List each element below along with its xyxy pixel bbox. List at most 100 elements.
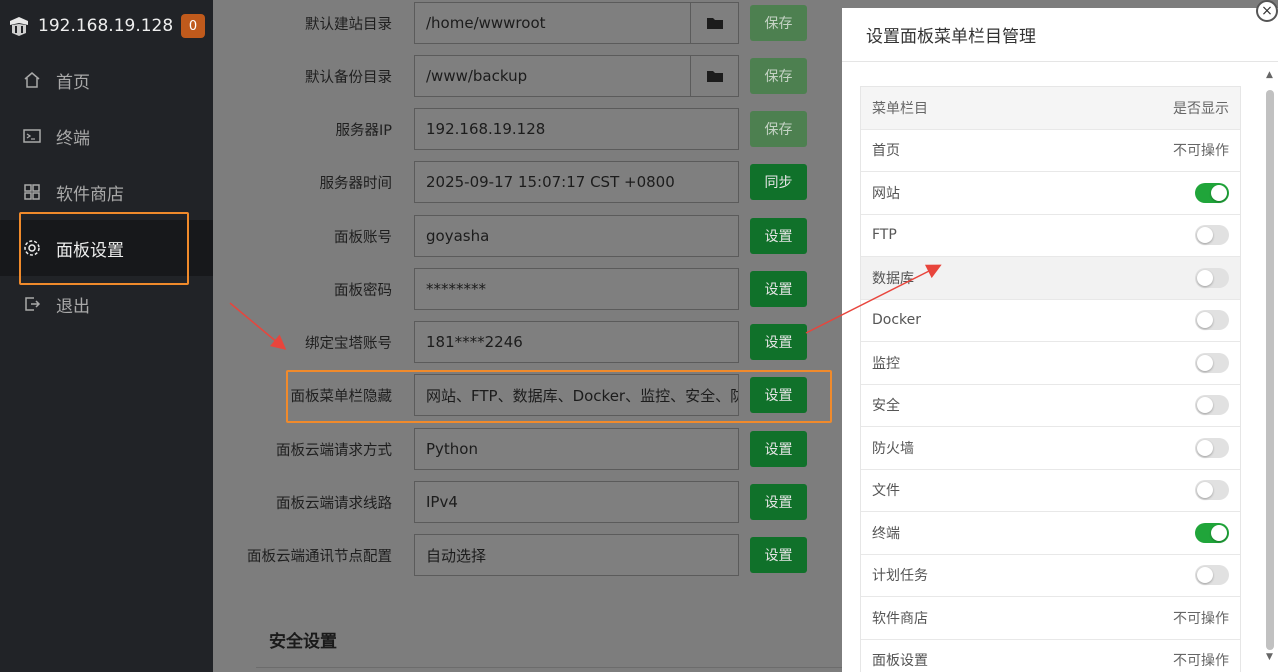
menu-name: 首页 [872,143,900,160]
menu-table-row: 首页 不可操作 [861,130,1240,172]
settings-row: 面板菜单栏隐藏 网站、FTP、数据库、Docker、监控、安全、防 设置 [232,373,852,417]
message-badge[interactable]: 0 [181,14,205,38]
setting-input[interactable]: 2025-09-17 15:07:17 CST +0800 [414,161,739,203]
setting-input[interactable]: IPv4 [414,481,739,523]
column-header-visible: 是否显示 [1173,100,1229,117]
visibility-toggle[interactable] [1195,522,1229,543]
scrollbar-thumb[interactable] [1266,90,1274,650]
section-title: 安全设置 [269,632,337,652]
setting-input[interactable]: 自动选择 [414,534,739,576]
sidebar-item-label: 面板设置 [56,240,124,261]
not-operable-text: 不可操作 [1173,610,1229,627]
setting-label: 面板菜单栏隐藏 [290,388,393,405]
setting-action-button[interactable]: 设置 [750,431,807,467]
menu-name: 安全 [872,398,900,415]
section-divider [256,667,846,668]
settings-row: 默认建站目录/home/wwwroot 保存 [232,1,852,45]
visibility-toggle[interactable] [1195,310,1229,331]
column-header-menu: 菜单栏目 [872,100,928,117]
menu-name: 软件商店 [872,610,928,627]
settings-row: 面板云端通讯节点配置 自动选择 设置 [232,533,852,577]
setting-action-button[interactable]: 设置 [750,218,807,254]
setting-label: 面板云端请求方式 [276,442,392,459]
close-icon[interactable]: × [1256,0,1278,22]
settings-row: 面板云端请求方式 Python 设置 [232,427,852,471]
folder-icon[interactable] [690,2,739,44]
menu-name: 防火墙 [872,440,914,457]
setting-action-button[interactable]: 保存 [750,5,807,41]
setting-action-button[interactable]: 设置 [750,377,807,413]
menu-table-row: 网站 [861,172,1240,215]
setting-action-button[interactable]: 同步 [750,164,807,200]
sidebar-item-label: 终端 [56,128,90,149]
sidebar-item-3[interactable]: 面板设置 [0,220,213,276]
setting-input[interactable]: goyasha [414,215,739,257]
setting-input[interactable]: /www/backup [414,55,690,97]
table-header: 菜单栏目 是否显示 [861,87,1240,130]
menu-table-row: 防火墙 [861,427,1240,470]
visibility-toggle[interactable] [1195,352,1229,373]
logout-icon [22,294,42,314]
setting-action-button[interactable]: 设置 [750,484,807,520]
settings-row: 面板云端请求线路 IPv4 设置 [232,480,852,524]
menu-name: 终端 [872,525,900,542]
not-operable-text: 不可操作 [1173,653,1229,670]
menu-table-row: Docker [861,300,1240,342]
visibility-toggle[interactable] [1195,565,1229,586]
dialog-scrollbar[interactable]: ▲ ▼ [1264,70,1276,670]
visibility-toggle[interactable] [1195,225,1229,246]
menu-name: 监控 [872,355,900,372]
scroll-up-icon[interactable]: ▲ [1266,70,1273,80]
menu-name: 网站 [872,185,900,202]
setting-input[interactable]: Python [414,428,739,470]
dialog-title: 设置面板菜单栏目管理 [842,8,1278,62]
setting-input[interactable]: ******** [414,268,739,310]
setting-input[interactable]: 181****2246 [414,321,739,363]
menu-name: 面板设置 [872,653,928,670]
visibility-toggle[interactable] [1195,395,1229,416]
menu-table: 菜单栏目 是否显示 首页 不可操作 网站 FTP 数据库 Docker 监控 安全 防火墙 文件终… [860,86,1241,672]
setting-label: 默认建站目录 [305,16,392,33]
menu-name: 计划任务 [872,568,928,585]
setting-label: 面板账号 [334,229,392,246]
sidebar: 192.168.19.128 0 首页 终端 软件商店 面板设置 退出 [0,0,213,672]
setting-input[interactable]: 192.168.19.128 [414,108,739,150]
bt-logo-icon [10,17,28,36]
sidebar-item-0[interactable]: 首页 [0,52,213,108]
menu-table-row: 文件 [861,470,1240,512]
menu-name: Docker [872,312,922,329]
sidebar-item-4[interactable]: 退出 [0,276,213,332]
terminal-icon [22,126,42,146]
visibility-toggle[interactable] [1195,437,1229,458]
setting-input[interactable]: 网站、FTP、数据库、Docker、监控、安全、防 [414,374,739,416]
scroll-down-icon[interactable]: ▼ [1266,652,1273,662]
sidebar-item-1[interactable]: 终端 [0,108,213,164]
setting-action-button[interactable]: 设置 [750,537,807,573]
not-operable-text: 不可操作 [1173,143,1229,160]
menu-table-row: 数据库 [861,257,1240,300]
menu-table-row: FTP [861,215,1240,257]
sidebar-item-label: 退出 [56,296,90,317]
setting-action-button[interactable]: 保存 [750,111,807,147]
sidebar-item-2[interactable]: 软件商店 [0,164,213,220]
menu-table-row: 计划任务 [861,555,1240,597]
settings-row: 服务器时间 2025-09-17 15:07:17 CST +0800 同步 [232,160,852,204]
folder-icon[interactable] [690,55,739,97]
home-icon [22,70,42,90]
visibility-toggle[interactable] [1195,182,1229,203]
sidebar-item-label: 首页 [56,72,90,93]
setting-label: 服务器时间 [319,175,393,192]
settings-row: 服务器IP 192.168.19.128 保存 [232,107,852,151]
setting-action-button[interactable]: 设置 [750,324,807,360]
visibility-toggle[interactable] [1195,480,1229,501]
menu-table-row: 面板设置 不可操作 [861,640,1240,672]
setting-action-button[interactable]: 保存 [750,58,807,94]
settings-row: 面板账号 goyasha 设置 [232,214,852,258]
visibility-toggle[interactable] [1195,267,1229,288]
sidebar-item-label: 软件商店 [56,184,124,205]
menu-name: 文件 [872,483,900,500]
setting-label: 服务器IP [335,122,392,139]
settings-row: 默认备份目录/www/backup 保存 [232,54,852,98]
setting-input[interactable]: /home/wwwroot [414,2,690,44]
setting-action-button[interactable]: 设置 [750,271,807,307]
